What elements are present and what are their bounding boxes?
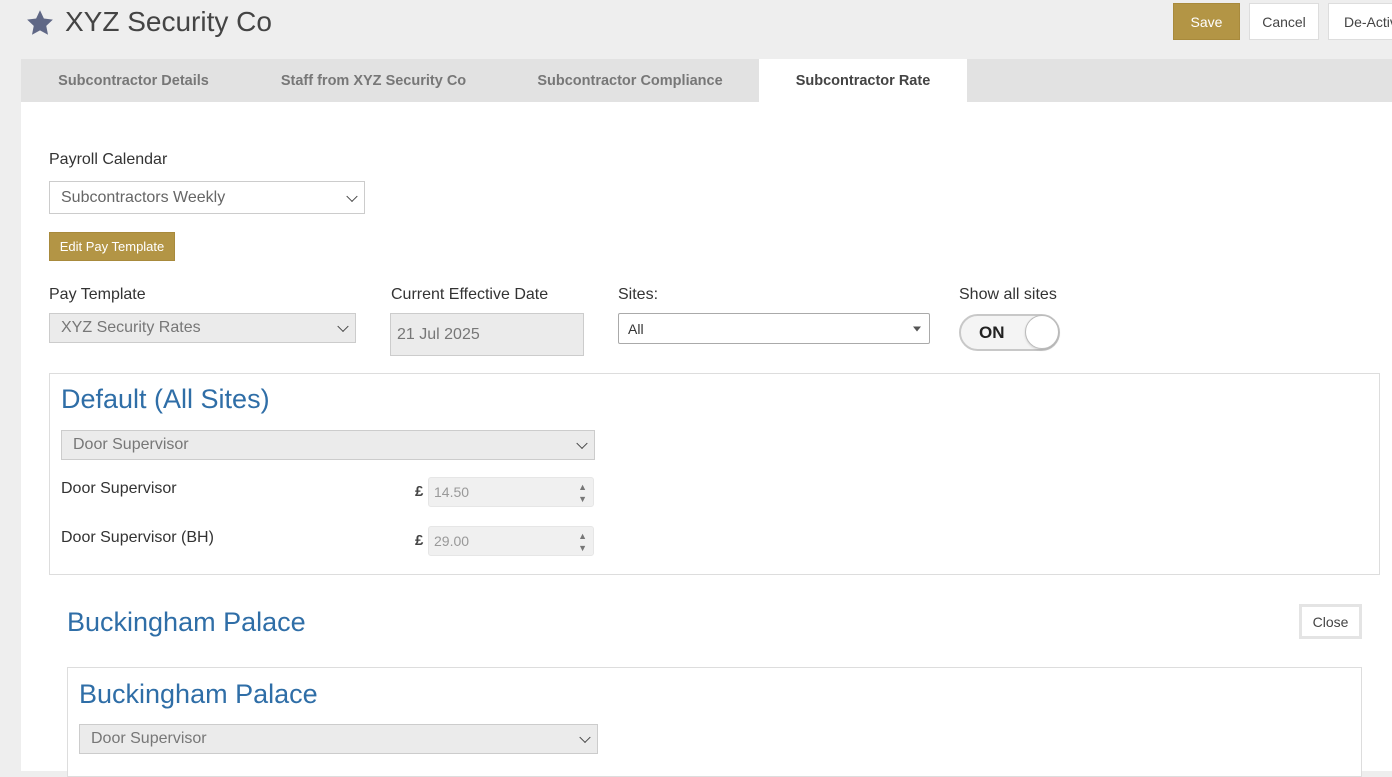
cancel-button[interactable]: Cancel (1249, 3, 1319, 40)
default-role-value: Door Supervisor (73, 436, 189, 453)
rate-input-door-supervisor-bh[interactable]: 29.00 ▲ ▼ (428, 526, 594, 556)
tab-subcontractor-details[interactable]: Subcontractor Details (21, 59, 246, 103)
payroll-calendar-value: Subcontractors Weekly (61, 188, 226, 206)
currency-symbol: £ (415, 483, 424, 500)
tab-subcontractor-rate[interactable]: Subcontractor Rate (759, 59, 967, 103)
rate-value: 29.00 (434, 533, 470, 549)
edit-pay-template-button[interactable]: Edit Pay Template (49, 232, 175, 261)
rate-label-door-supervisor: Door Supervisor (61, 480, 177, 497)
default-role-select[interactable]: Door Supervisor (61, 430, 595, 460)
site-role-value: Door Supervisor (91, 730, 207, 747)
payroll-calendar-label: Payroll Calendar (49, 151, 168, 168)
chevron-down-icon (579, 731, 591, 744)
effective-date-label: Current Effective Date (391, 286, 549, 303)
save-button[interactable]: Save (1173, 3, 1240, 40)
rate-label-door-supervisor-bh: Door Supervisor (BH) (61, 529, 214, 546)
chevron-down-icon (346, 190, 358, 202)
pay-template-label: Pay Template (49, 286, 146, 303)
effective-date-field: 21 Jul 2025 (390, 313, 584, 356)
toggle-knob (1025, 315, 1059, 349)
close-site-button[interactable]: Close (1299, 604, 1362, 639)
payroll-calendar-select[interactable]: Subcontractors Weekly (49, 181, 365, 214)
show-all-sites-label: Show all sites (959, 286, 1057, 303)
sites-value: All (628, 320, 644, 337)
sites-label: Sites: (618, 286, 659, 303)
rate-input-door-supervisor[interactable]: 14.50 ▲ ▼ (428, 477, 594, 507)
spinner-arrows-icon[interactable]: ▲ ▼ (578, 481, 587, 505)
sites-select[interactable]: All (618, 313, 930, 344)
site-inner-title: Buckingham Palace (79, 679, 318, 709)
tab-bar: Subcontractor Details Staff from XYZ Sec… (21, 59, 1392, 103)
site-section-title: Buckingham Palace (67, 607, 306, 637)
default-section-title: Default (All Sites) (61, 384, 270, 414)
currency-symbol: £ (415, 532, 424, 549)
chevron-down-icon (337, 320, 349, 333)
star-icon[interactable] (25, 8, 55, 38)
dropdown-arrow-icon (913, 326, 921, 331)
pay-template-select[interactable]: XYZ Security Rates (49, 313, 356, 343)
page-title: XYZ Security Co (65, 6, 272, 37)
deactivate-button[interactable]: De-Activ (1328, 3, 1392, 40)
show-all-sites-toggle[interactable]: ON (959, 314, 1060, 351)
toggle-state: ON (979, 323, 1005, 342)
rate-value: 14.50 (434, 484, 470, 500)
pay-template-value: XYZ Security Rates (61, 319, 201, 336)
site-role-select[interactable]: Door Supervisor (79, 724, 598, 754)
chevron-down-icon (576, 437, 588, 450)
tab-subcontractor-compliance[interactable]: Subcontractor Compliance (501, 59, 759, 103)
spinner-arrows-icon[interactable]: ▲ ▼ (578, 530, 587, 554)
tab-staff[interactable]: Staff from XYZ Security Co (246, 59, 501, 103)
